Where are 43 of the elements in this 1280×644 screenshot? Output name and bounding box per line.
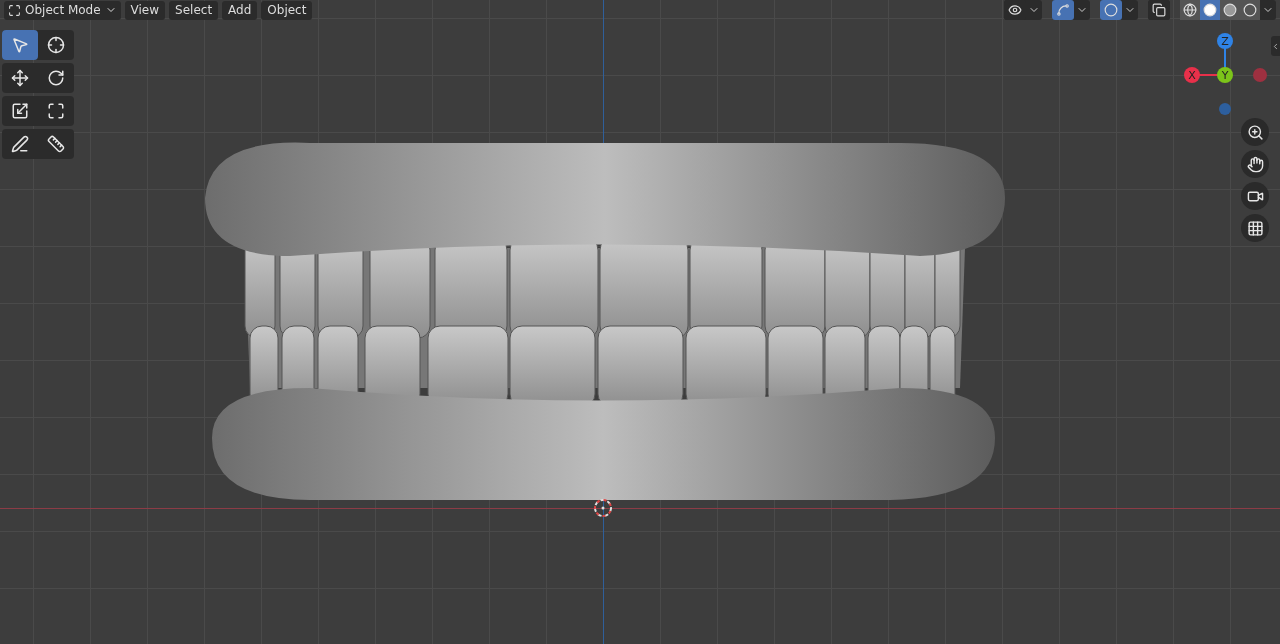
circle-icon xyxy=(1223,3,1237,17)
material-shading-button[interactable] xyxy=(1220,0,1240,20)
wireframe-shading-button[interactable] xyxy=(1180,0,1200,20)
camera-button[interactable] xyxy=(1241,182,1269,210)
frame-icon xyxy=(47,102,65,120)
3d-viewport[interactable]: Object Mode View Select Add Object Z X Y xyxy=(0,0,1280,644)
overlap-squares-icon xyxy=(1152,3,1166,17)
axis-handle[interactable]: Z xyxy=(1217,33,1233,49)
ruler-icon xyxy=(47,135,65,153)
pan-button[interactable] xyxy=(1241,150,1269,178)
pointer-icon xyxy=(11,36,29,54)
globe-icon xyxy=(1183,3,1197,17)
eye-icon xyxy=(1008,3,1022,17)
circle-icon xyxy=(1203,3,1217,17)
solid-shading-button[interactable] xyxy=(1200,0,1220,20)
ortho-button[interactable] xyxy=(1241,214,1269,242)
menu-item[interactable]: Object xyxy=(261,0,313,20)
axis-handle[interactable]: X xyxy=(1184,67,1200,83)
overlay-toggle[interactable] xyxy=(1100,0,1122,20)
axis-handle[interactable]: Y xyxy=(1217,67,1233,83)
zoom-button[interactable] xyxy=(1241,118,1269,146)
xray-toggle[interactable] xyxy=(1148,0,1170,20)
sidebar-toggle[interactable] xyxy=(1271,36,1280,56)
hand-icon xyxy=(1246,155,1264,173)
curve-icon xyxy=(1056,3,1070,17)
zoom-icon xyxy=(1246,123,1264,141)
scale-icon xyxy=(11,102,29,120)
menu-item[interactable]: Select xyxy=(169,0,219,20)
crosshair-icon xyxy=(47,36,65,54)
pen-icon xyxy=(11,135,29,153)
rendered-shading-button[interactable] xyxy=(1240,0,1260,20)
menu-item[interactable]: Add xyxy=(222,0,258,20)
chevron-icon xyxy=(1271,41,1280,51)
origin-cursor-icon xyxy=(592,497,614,519)
circle-icon xyxy=(1243,3,1257,17)
mode-dropdown[interactable]: Object Mode xyxy=(4,0,121,20)
rotate-icon xyxy=(47,69,65,87)
gizmo-toggle[interactable] xyxy=(1052,0,1074,20)
select-tool[interactable] xyxy=(2,30,38,60)
move-arrows-icon xyxy=(11,69,29,87)
menu-item[interactable]: View xyxy=(124,0,166,20)
circle-icon xyxy=(1104,3,1118,17)
grid-icon xyxy=(1246,219,1264,237)
